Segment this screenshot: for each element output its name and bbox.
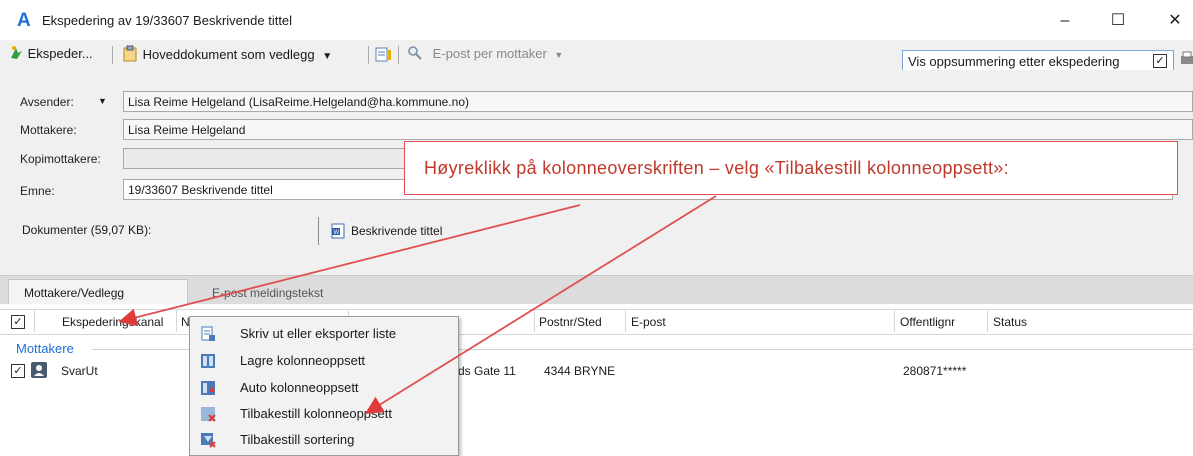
annotation-arrows <box>118 195 717 414</box>
arrow-to-menu-item <box>364 195 717 414</box>
arrow-to-column-header <box>118 204 581 327</box>
